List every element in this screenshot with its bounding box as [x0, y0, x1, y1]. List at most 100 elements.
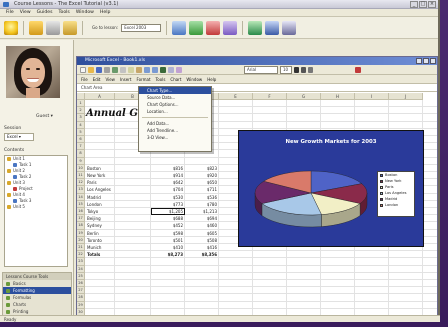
- column-header[interactable]: I: [355, 93, 389, 100]
- chart-wizard-icon[interactable]: [176, 66, 182, 73]
- city-cell[interactable]: New York: [87, 173, 105, 178]
- value-cell[interactable]: $816: [153, 166, 183, 171]
- value-cell[interactable]: $704: [153, 187, 183, 192]
- row-header[interactable]: 11: [77, 172, 85, 180]
- value-cell[interactable]: $598: [153, 231, 183, 236]
- legend-entry[interactable]: London: [378, 202, 414, 208]
- excel-menu-window[interactable]: Window: [186, 77, 202, 82]
- excel-menu-view[interactable]: View: [105, 77, 115, 82]
- chart-menu-item[interactable]: Chart Type...: [139, 87, 211, 94]
- notes-icon[interactable]: [63, 20, 77, 35]
- excel-close-button[interactable]: [430, 58, 436, 64]
- city-cell[interactable]: London: [87, 202, 102, 207]
- excel-minimize-button[interactable]: [416, 58, 422, 64]
- pie-chart[interactable]: New Growth Markets for 2003 Boston New Yo…: [238, 130, 424, 247]
- session-dropdown[interactable]: Excel ▾: [4, 133, 34, 141]
- paste-icon[interactable]: [136, 66, 142, 73]
- column-header[interactable]: H: [321, 93, 355, 100]
- value-cell[interactable]: $642: [153, 180, 183, 185]
- row-header[interactable]: 1: [77, 100, 85, 108]
- excel-menu-file[interactable]: File: [81, 77, 88, 82]
- row-header[interactable]: 10: [77, 164, 85, 172]
- value-cell[interactable]: $650: [187, 180, 217, 185]
- row-header[interactable]: 13: [77, 186, 85, 194]
- excel-menu-edit[interactable]: Edit: [93, 77, 101, 82]
- new-icon[interactable]: [80, 66, 86, 73]
- value-cell[interactable]: $780: [187, 202, 217, 207]
- row-header[interactable]: 21: [77, 244, 85, 252]
- row-header[interactable]: 20: [77, 236, 85, 244]
- save-icon[interactable]: [96, 66, 102, 73]
- value-cell[interactable]: $508: [187, 238, 217, 243]
- italic-icon[interactable]: [301, 66, 306, 73]
- row-header[interactable]: 26: [77, 280, 85, 288]
- help-icon[interactable]: [282, 20, 297, 35]
- row-header[interactable]: 28: [77, 294, 85, 302]
- row-header[interactable]: 25: [77, 272, 85, 280]
- lightbulb-icon[interactable]: [4, 20, 18, 35]
- folder-icon[interactable]: [29, 20, 43, 35]
- city-cell[interactable]: Tokyo: [87, 209, 98, 214]
- menu-tools[interactable]: Tools: [58, 9, 69, 16]
- presenter-label[interactable]: Guest ▾: [36, 114, 53, 119]
- column-header[interactable]: F: [253, 93, 287, 100]
- row-header[interactable]: 12: [77, 179, 85, 187]
- row-header[interactable]: 9: [77, 157, 85, 165]
- sum-icon[interactable]: [160, 66, 166, 73]
- lesson-item[interactable]: Basics: [3, 280, 71, 287]
- sort-icon[interactable]: [168, 66, 174, 73]
- undo-icon[interactable]: [144, 66, 150, 73]
- chart-legend[interactable]: Boston New York Paris Los Angeles Madrid Lond…: [377, 171, 415, 217]
- value-cell[interactable]: $711: [187, 187, 217, 192]
- excel-title-bar[interactable]: Microsoft Excel - Book1.xls: [77, 57, 437, 65]
- close-button[interactable]: ×: [428, 1, 436, 8]
- redo-icon[interactable]: [152, 66, 158, 73]
- font-size-box[interactable]: 10: [280, 65, 292, 74]
- value-cell[interactable]: $823: [187, 166, 217, 171]
- print-icon[interactable]: [46, 20, 60, 35]
- excel-menu-help[interactable]: Help: [207, 77, 216, 82]
- value-cell[interactable]: $452: [153, 223, 183, 228]
- row-header[interactable]: 19: [77, 229, 85, 237]
- totals-label-cell[interactable]: Totals: [87, 252, 100, 257]
- play-icon[interactable]: [189, 20, 204, 35]
- active-cell[interactable]: [151, 208, 185, 216]
- lesson-item-selected[interactable]: Formatting: [3, 287, 71, 294]
- row-header[interactable]: 22: [77, 251, 85, 259]
- city-cell[interactable]: Madrid: [87, 195, 101, 200]
- value-cell[interactable]: $1,213: [187, 209, 217, 214]
- city-cell[interactable]: Beijing: [87, 216, 101, 221]
- minimize-button[interactable]: _: [410, 1, 418, 8]
- value-cell[interactable]: $694: [187, 216, 217, 221]
- row-header[interactable]: 15: [77, 200, 85, 208]
- value-cell[interactable]: $536: [187, 195, 217, 200]
- city-cell[interactable]: Boston: [87, 166, 101, 171]
- value-cell[interactable]: $501: [153, 238, 183, 243]
- row-header[interactable]: 4: [77, 121, 85, 129]
- column-header[interactable]: E: [219, 93, 253, 100]
- row-header[interactable]: 17: [77, 215, 85, 223]
- menu-window[interactable]: Window: [76, 9, 94, 16]
- bold-icon[interactable]: [294, 66, 299, 73]
- preview-icon[interactable]: [112, 66, 118, 73]
- menu-help[interactable]: Help: [100, 9, 110, 16]
- row-header[interactable]: 16: [77, 208, 85, 216]
- city-cell[interactable]: Munich: [87, 245, 101, 250]
- value-cell[interactable]: $688: [153, 216, 183, 221]
- row-header[interactable]: 8: [77, 150, 85, 158]
- lessons-tabs-header[interactable]: Lessons Course Tools: [3, 273, 71, 280]
- city-cell[interactable]: Sydney: [87, 223, 102, 228]
- underline-icon[interactable]: [308, 66, 313, 73]
- excel-maximize-button[interactable]: [423, 58, 429, 64]
- chart-menu-item[interactable]: Add Data...: [139, 120, 211, 127]
- city-cell[interactable]: Los Angeles: [87, 187, 111, 192]
- row-header[interactable]: 27: [77, 287, 85, 295]
- chart-menu-item[interactable]: Chart Options...: [139, 101, 211, 108]
- column-header[interactable]: J: [389, 93, 423, 100]
- value-cell[interactable]: $920: [187, 173, 217, 178]
- menu-file[interactable]: File: [6, 9, 14, 16]
- row-header[interactable]: 29: [77, 301, 85, 309]
- refresh-icon[interactable]: [248, 20, 263, 35]
- city-cell[interactable]: Toronto: [87, 238, 102, 243]
- back-icon[interactable]: [172, 20, 187, 35]
